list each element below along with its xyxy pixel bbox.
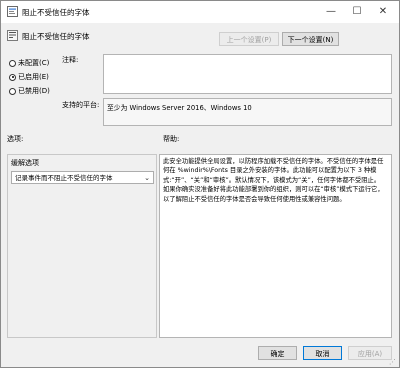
help-text: 此安全功能提供全局设置，以防程序加载不受信任的字体。不受信任的字体是任何在 %w… [163, 158, 384, 203]
radio-not-configured[interactable]: 未配置(C) [9, 58, 49, 68]
policy-icon [7, 6, 18, 17]
supported-platforms-value: 至少为 Windows Server 2016、Windows 10 [107, 104, 252, 112]
apply-button[interactable]: 应用(A) [348, 346, 392, 360]
close-button[interactable]: ✕ [372, 1, 394, 23]
ok-button[interactable]: 确定 [258, 346, 297, 360]
radio-disabled[interactable]: 已禁用(D) [9, 86, 50, 96]
title-bar: 阻止不受信任的字体 — ☐ ✕ [1, 1, 399, 23]
radio-label: 已启用(E) [18, 73, 49, 81]
chevron-down-icon: ⌄ [144, 174, 150, 182]
setting-icon [7, 30, 18, 41]
cancel-button[interactable]: 取消 [303, 346, 342, 360]
options-section-label: 选项: [7, 135, 24, 143]
radio-enabled[interactable]: 已启用(E) [9, 72, 49, 82]
setting-title: 阻止不受信任的字体 [22, 32, 90, 41]
radio-label: 未配置(C) [18, 59, 50, 67]
radio-indicator [9, 87, 16, 95]
maximize-button[interactable]: ☐ [346, 1, 368, 23]
comment-textarea[interactable] [103, 54, 392, 94]
radio-indicator [9, 59, 16, 67]
policy-dialog-window: 阻止不受信任的字体 — ☐ ✕ 阻止不受信任的字体 上一个设置(P) 下一个设置… [0, 0, 400, 368]
radio-indicator [9, 73, 16, 81]
next-setting-button[interactable]: 下一个设置(N) [282, 32, 339, 46]
previous-setting-button[interactable]: 上一个设置(P) [219, 32, 279, 46]
help-panel: 此安全功能提供全局设置，以防程序加载不受信任的字体。不受信任的字体是任何在 %w… [159, 154, 392, 338]
window-title: 阻止不受信任的字体 [22, 8, 90, 17]
comment-label: 注释: [62, 56, 79, 64]
mitigation-options-label: 缓解选项 [11, 159, 39, 167]
radio-label: 已禁用(D) [18, 87, 50, 95]
mitigation-select-value: 记录事件而不阻止不受信任的字体 [15, 174, 113, 182]
supported-platforms-field: 至少为 Windows Server 2016、Windows 10 [103, 98, 392, 126]
minimize-button[interactable]: — [320, 1, 342, 23]
supported-platforms-label: 支持的平台: [62, 101, 100, 109]
help-section-label: 帮助: [163, 135, 180, 143]
options-panel: 缓解选项 记录事件而不阻止不受信任的字体 ⌄ [7, 154, 157, 338]
resize-grip-icon[interactable]: ⋰ [389, 358, 397, 366]
mitigation-select[interactable]: 记录事件而不阻止不受信任的字体 ⌄ [11, 171, 154, 184]
